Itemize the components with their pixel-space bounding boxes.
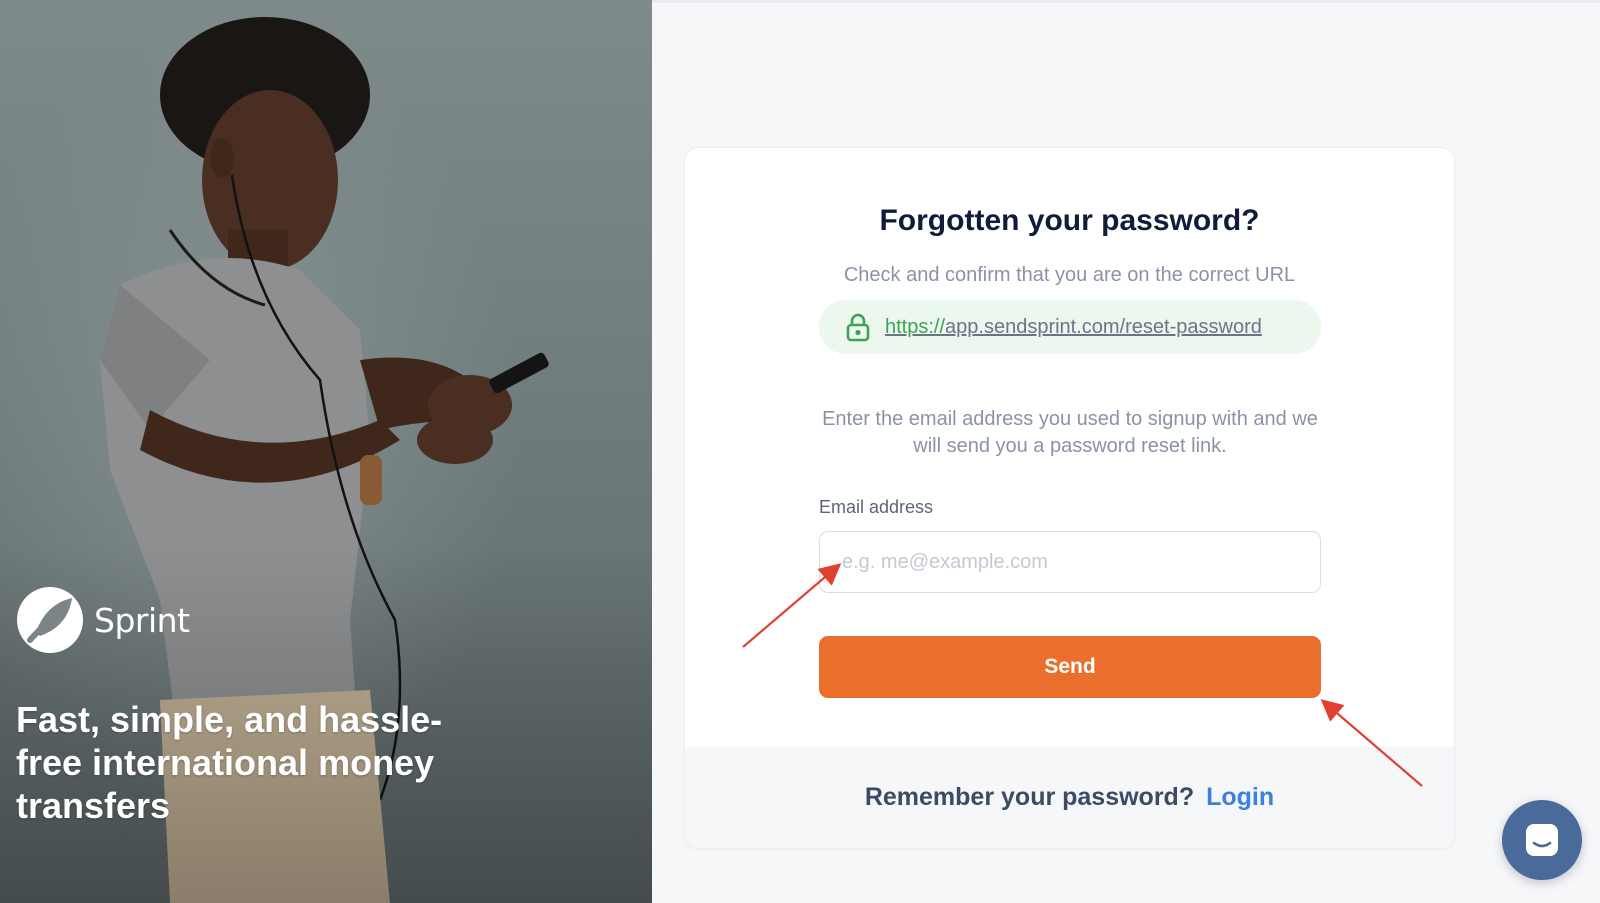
secure-url-badge: https://app.sendsprint.com/reset-passwor… [819, 300, 1321, 354]
reset-password-card: Forgotten your password? Check and confi… [684, 147, 1455, 849]
send-button[interactable]: Send [819, 636, 1321, 698]
secure-url-text: https://app.sendsprint.com/reset-passwor… [885, 316, 1305, 339]
footer-text: Remember your password? [864, 783, 1195, 811]
sprint-logo-icon [17, 587, 83, 653]
lock-icon [846, 313, 870, 342]
hero-tagline: Fast, simple, and hassle-free internatio… [16, 699, 443, 826]
top-divider [652, 0, 1600, 3]
email-label: Email address [819, 497, 934, 517]
brand-name: Sprint [94, 600, 190, 640]
url-protocol: https:// [885, 315, 946, 338]
card-footer: Remember your password? Login [685, 747, 1454, 848]
url-path: app.sendsprint.com/reset-password [945, 315, 1262, 338]
email-field[interactable] [819, 531, 1321, 593]
page-title: Forgotten your password? [879, 204, 1260, 237]
chat-launcher-button[interactable] [1502, 800, 1582, 880]
url-hint: Check and confirm that you are on the co… [843, 264, 1296, 286]
chat-icon [1526, 824, 1558, 856]
hero-panel: Sprint Fast, simple, and hassle-free int… [0, 0, 652, 903]
brand: Sprint [16, 586, 190, 654]
login-link[interactable]: Login [1206, 783, 1274, 812]
instructions-text: Enter the email address you used to sign… [822, 408, 1318, 457]
